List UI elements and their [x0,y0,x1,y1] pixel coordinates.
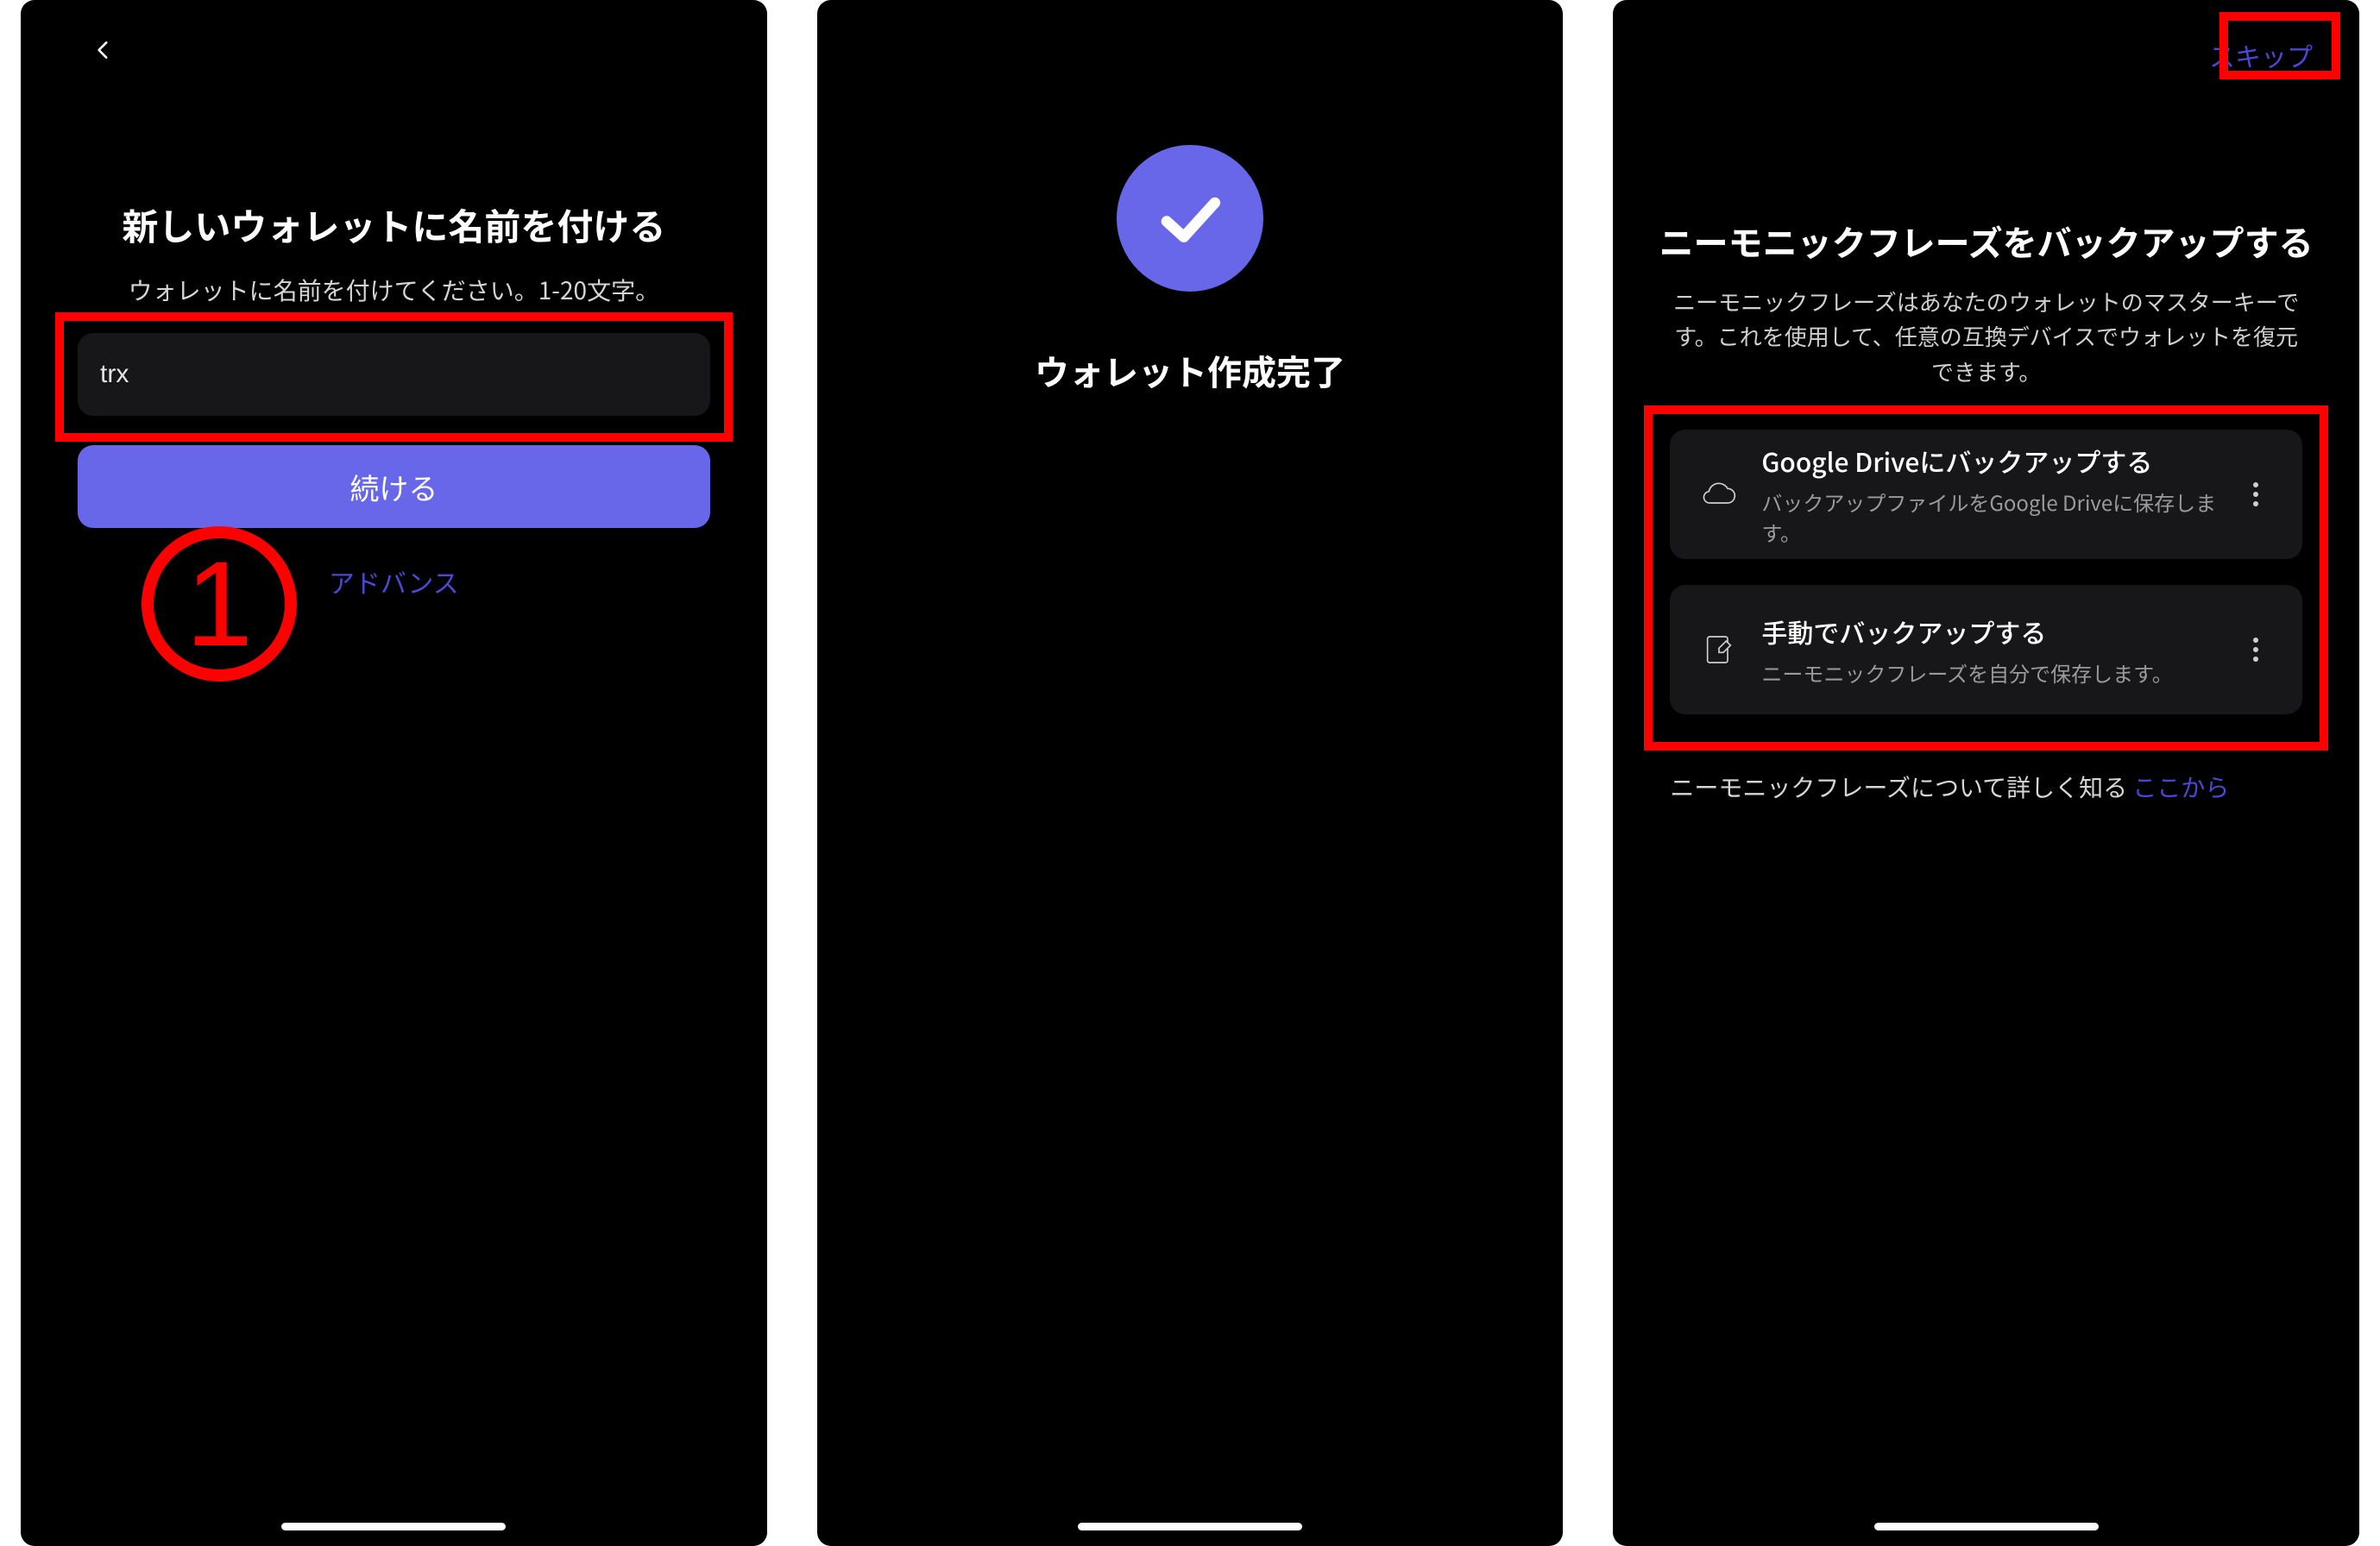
more-options-button[interactable] [2238,477,2273,512]
learn-more-row: ニーモニックフレーズについて詳しく知る ここから [1670,770,2229,804]
learn-more-link[interactable]: ここから [2132,770,2229,804]
chevron-left-icon [92,39,115,61]
advance-link[interactable]: アドバンス [21,562,767,600]
note-edit-icon [1699,630,1739,669]
option-title: Google Driveにバックアップする [1761,442,2228,480]
annotation-step-number: 1 [142,526,297,682]
continue-button[interactable]: 続ける [78,445,710,528]
phone-screen-2: ウォレット作成完了 [817,0,1564,1546]
more-options-button[interactable] [2238,632,2273,667]
annotation-step-number-text: 1 [186,544,253,664]
home-indicator [1078,1523,1302,1530]
phone-screen-3: スキップ ニーモニックフレーズをバックアップする ニーモニックフレーズはあなたの… [1613,0,2359,1546]
wallet-name-input[interactable] [78,333,710,416]
backup-option-google-drive[interactable]: Google Driveにバックアップする バックアップファイルをGoogle … [1670,430,2302,559]
skip-button[interactable]: スキップ [2206,29,2316,81]
page-title: ニーモニックフレーズをバックアップする [1613,216,2359,266]
more-vertical-icon [2252,481,2259,507]
option-title: 手動でバックアップする [1761,613,2228,650]
success-check-icon [1117,145,1263,292]
backup-option-manual[interactable]: 手動でバックアップする ニーモニックフレーズを自分で保存します。 [1670,585,2302,714]
back-button[interactable] [83,29,124,71]
option-description: バックアップファイルをGoogle Driveに保存します。 [1761,487,2228,547]
page-subtitle: ニーモニックフレーズはあなたのウォレットのマスターキーです。これを使用して、任意… [1665,285,2308,389]
phone-screen-1: 新しいウォレットに名前を付ける ウォレットに名前を付けてください。1-20文字。… [21,0,767,1546]
cloud-icon [1699,474,1739,514]
home-indicator [281,1523,506,1530]
more-vertical-icon [2252,637,2259,663]
page-title: 新しいウォレットに名前を付ける [21,198,767,251]
learn-more-prefix: ニーモニックフレーズについて詳しく知る [1670,770,2132,804]
page-title: ウォレット作成完了 [817,345,1564,395]
page-subtitle: ウォレットに名前を付けてください。1-20文字。 [21,273,767,307]
home-indicator [1874,1523,2099,1530]
option-description: ニーモニックフレーズを自分で保存します。 [1761,657,2228,688]
